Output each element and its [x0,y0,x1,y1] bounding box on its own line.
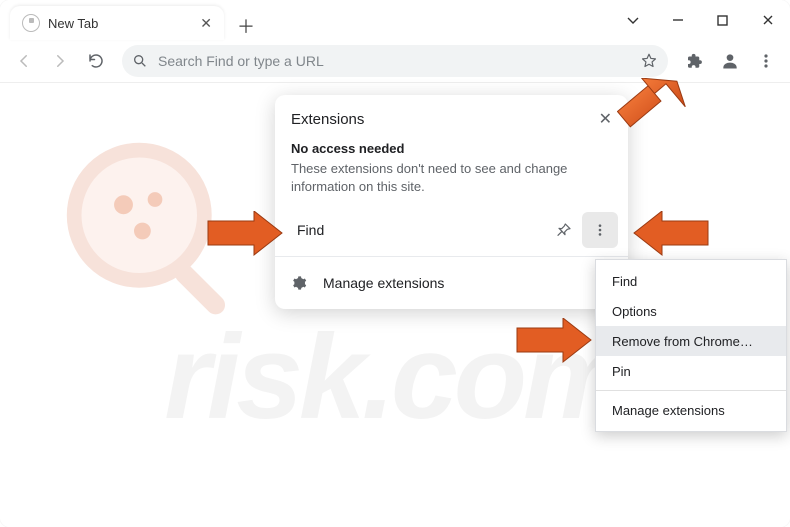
extensions-button[interactable] [678,45,710,77]
extension-item[interactable]: Find [275,210,628,250]
divider [275,256,628,257]
browser-tab[interactable]: New Tab ✕ [10,6,224,40]
back-button[interactable] [8,45,40,77]
context-menu-options[interactable]: Options [596,296,786,326]
address-bar[interactable]: Search Find or type a URL [122,45,668,77]
forward-button[interactable] [44,45,76,77]
tab-close-button[interactable]: ✕ [200,15,212,32]
context-menu-remove[interactable]: Remove from Chrome… [596,326,786,356]
extensions-popup-description: These extensions don't need to see and c… [275,158,628,210]
window-maximize-button[interactable] [700,0,745,40]
watermark-text: risk.com [164,308,626,446]
context-menu: Find Options Remove from Chrome… Pin Man… [595,259,787,432]
search-icon [132,53,148,69]
window-close-button[interactable] [745,0,790,40]
reload-button[interactable] [80,45,112,77]
tab-favicon-icon [22,14,40,32]
divider [596,390,786,391]
profile-button[interactable] [714,45,746,77]
window-minimize-button[interactable] [655,0,700,40]
context-menu-manage[interactable]: Manage extensions [596,395,786,425]
pin-extension-button[interactable] [546,212,582,248]
menu-button[interactable] [750,45,782,77]
manage-extensions-button[interactable]: Manage extensions [275,263,628,303]
extensions-popup: Extensions ✕ No access needed These exte… [275,95,628,309]
new-tab-button[interactable]: ＋ [232,12,260,40]
context-menu-find[interactable]: Find [596,266,786,296]
window-dropdown-button[interactable] [610,0,655,40]
extension-name: Find [285,222,546,238]
tab-title: New Tab [48,16,194,31]
context-menu-pin[interactable]: Pin [596,356,786,386]
gear-icon [291,275,307,291]
extensions-popup-subheading: No access needed [275,133,628,158]
address-bar-placeholder: Search Find or type a URL [158,53,634,69]
extension-more-button[interactable] [582,212,618,248]
bookmark-star-button[interactable] [640,52,658,70]
manage-extensions-label: Manage extensions [323,275,444,291]
extensions-popup-title: Extensions [291,111,599,128]
extensions-popup-close-button[interactable]: ✕ [599,109,612,129]
